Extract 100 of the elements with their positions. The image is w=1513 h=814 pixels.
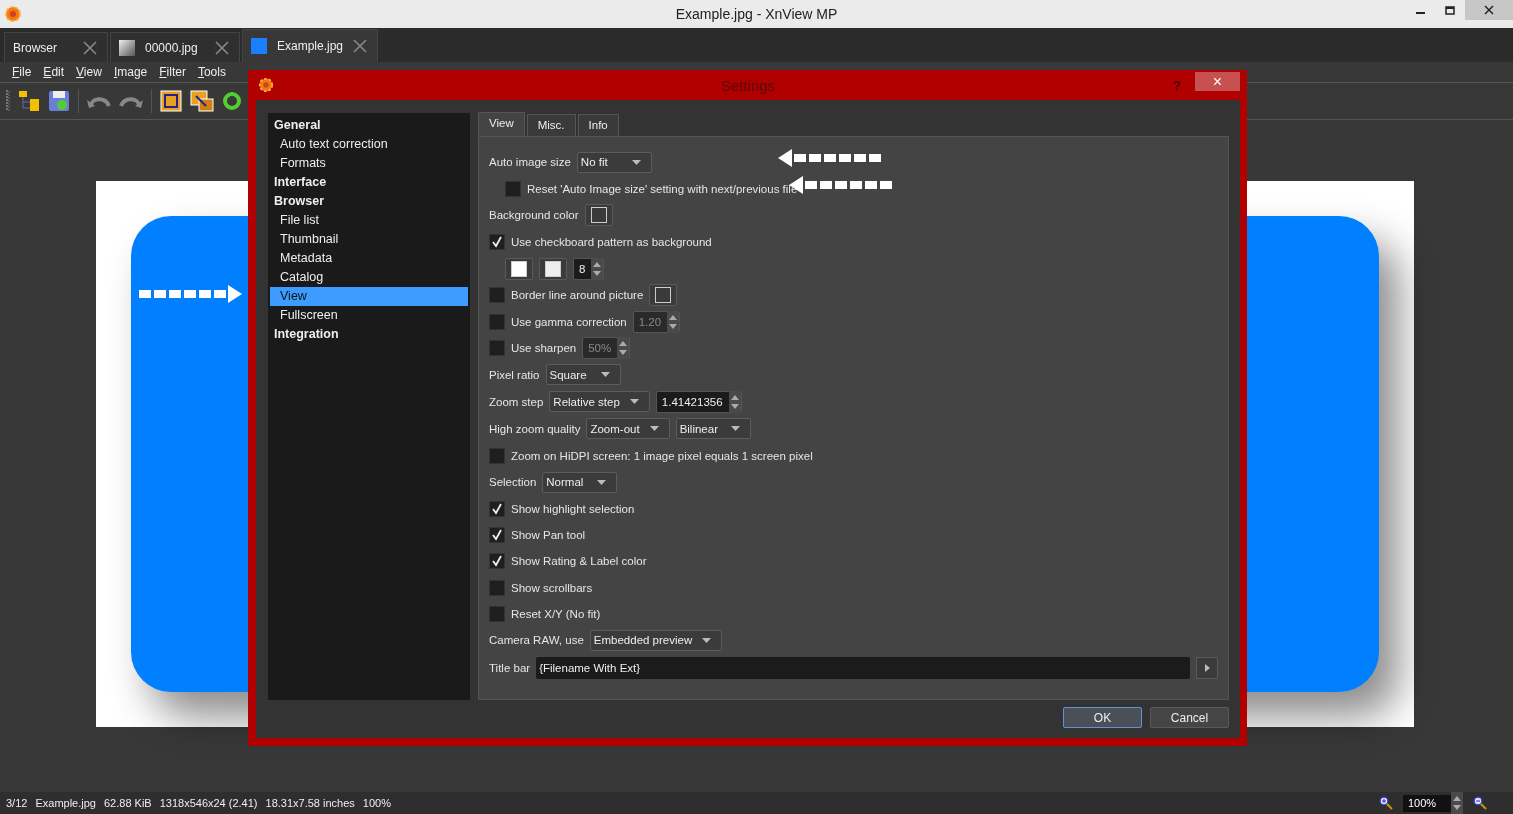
caret-icon <box>649 426 659 432</box>
thumbnail-placeholder <box>251 38 267 54</box>
status-text: 62.88 KiB <box>103 797 152 809</box>
menu-item[interactable]: File <box>6 65 38 79</box>
menu-item[interactable]: Filter <box>153 65 192 79</box>
menu-item[interactable]: Image <box>107 65 154 79</box>
dropdown[interactable]: Relative step <box>549 391 650 413</box>
text-field[interactable]: {Filename With Ext} <box>536 656 1190 679</box>
window-title: Example.jpg - XnView MP <box>675 6 838 22</box>
menu-item[interactable]: Edit <box>37 65 71 79</box>
zoom-out-icon[interactable] <box>1473 796 1487 810</box>
field-label: Pixel ratio <box>489 368 540 381</box>
nav-item[interactable]: Interface <box>270 173 468 192</box>
spin-field[interactable]: 8 <box>573 257 605 280</box>
caret-icon <box>629 399 639 405</box>
checkbox-label: Zoom on HiDPI screen: 1 image pixel equals 1 screen pixel <box>511 449 813 462</box>
color-button[interactable] <box>505 257 533 280</box>
checkbox[interactable] <box>489 579 505 596</box>
caret-icon <box>631 159 641 165</box>
status-text: 100% <box>362 797 391 809</box>
checkbox[interactable] <box>489 287 505 304</box>
caret-icon <box>730 426 740 432</box>
field-label: Camera RAW, use <box>489 634 584 647</box>
checkbox[interactable] <box>489 339 505 356</box>
checkbox[interactable] <box>489 553 505 570</box>
checkbox-label: Use gamma correction <box>511 315 627 328</box>
close-button[interactable]: × <box>1195 72 1240 91</box>
dropdown[interactable]: No fit <box>576 151 652 173</box>
thumbnail-placeholder <box>119 39 135 56</box>
checkbox[interactable] <box>489 605 505 622</box>
close-icon[interactable] <box>215 40 229 55</box>
checkbox-label: Use checkboard pattern as background <box>511 236 712 249</box>
checkbox-label: Show highlight selection <box>511 502 635 515</box>
caret-icon <box>597 479 607 485</box>
nav-item[interactable]: Integration <box>270 325 468 344</box>
color-button[interactable] <box>584 204 613 227</box>
checkbox[interactable] <box>489 527 505 544</box>
folder-tree-icon[interactable] <box>18 90 40 112</box>
settings-tab[interactable]: View <box>478 112 525 136</box>
checkbox[interactable] <box>505 180 521 197</box>
settings-tab[interactable]: Misc. <box>526 114 576 136</box>
dialog-button[interactable]: OK <box>1063 707 1142 728</box>
nav-item[interactable]: File list <box>270 211 468 230</box>
checkbox[interactable] <box>489 447 505 464</box>
nav-item[interactable]: View <box>270 287 468 306</box>
nav-item[interactable]: Formats <box>270 154 468 173</box>
spin-field[interactable]: 1.41421356 <box>655 390 742 413</box>
caret-icon <box>1204 663 1210 672</box>
minimize-icon <box>1415 12 1425 14</box>
caret-icon <box>702 637 712 643</box>
document-tab[interactable]: 00000.jpg <box>110 32 240 62</box>
close-icon[interactable] <box>353 39 368 53</box>
status-text: 3/12 <box>6 797 28 809</box>
status-text: 18.31x7.58 inches <box>265 797 355 809</box>
app-logo-icon <box>258 77 274 93</box>
checkbox-label: Show Pan tool <box>511 529 586 542</box>
menu-item[interactable]: Tools <box>191 65 232 79</box>
nav-item[interactable]: General <box>270 116 468 135</box>
color-button[interactable] <box>539 257 567 280</box>
stepper-icon <box>728 390 741 413</box>
settings-tab[interactable]: Info <box>577 114 619 136</box>
resize-icon[interactable] <box>190 90 214 112</box>
checkbox-label: Show Rating & Label color <box>511 555 647 568</box>
dropdown[interactable]: Bilinear <box>675 418 751 440</box>
checkbox[interactable] <box>489 234 505 251</box>
dropdown[interactable]: Normal <box>542 471 618 493</box>
field-label: Background color <box>489 209 579 222</box>
menu-item[interactable]: View <box>70 65 108 79</box>
zoom-field[interactable]: 100% <box>1403 794 1463 812</box>
field-label: Selection <box>489 476 537 489</box>
stepper-icon <box>667 310 680 333</box>
nav-item[interactable]: Thumbnail <box>270 230 468 249</box>
dropdown[interactable]: Zoom-out <box>586 418 670 440</box>
field-label: Auto image size <box>489 156 571 168</box>
dropdown[interactable]: Square <box>545 364 621 385</box>
checkbox[interactable] <box>489 313 505 330</box>
dialog-button[interactable]: Cancel <box>1150 707 1229 728</box>
nav-item[interactable]: Catalog <box>270 268 468 287</box>
status-text: 1318x546x24 (2.41) <box>159 797 258 809</box>
checkbox[interactable] <box>489 500 505 517</box>
nav-item[interactable]: Browser <box>270 192 468 211</box>
zoom-in-icon[interactable] <box>1379 796 1393 810</box>
document-tab[interactable]: Example.jpg <box>242 29 379 62</box>
close-icon[interactable] <box>83 40 97 55</box>
color-button[interactable] <box>649 284 678 307</box>
field-label: Zoom step <box>489 395 544 408</box>
crop-icon[interactable] <box>160 90 182 112</box>
field-label: Title bar <box>489 661 531 674</box>
nav-item[interactable]: Fullscreen <box>270 306 468 325</box>
dropdown[interactable]: Embedded preview <box>589 629 723 651</box>
app-logo-icon <box>4 5 22 23</box>
maximize-icon <box>1445 5 1455 15</box>
nav-item[interactable]: Metadata <box>270 249 468 268</box>
save-icon[interactable] <box>48 90 70 112</box>
document-tab[interactable]: Browser <box>4 32 108 62</box>
close-icon <box>1484 5 1494 15</box>
status-text: Example.jpg <box>35 797 96 809</box>
dialog-title: Settings <box>720 76 776 94</box>
arrow-button[interactable] <box>1196 656 1218 679</box>
nav-item[interactable]: Auto text correction <box>270 135 468 154</box>
